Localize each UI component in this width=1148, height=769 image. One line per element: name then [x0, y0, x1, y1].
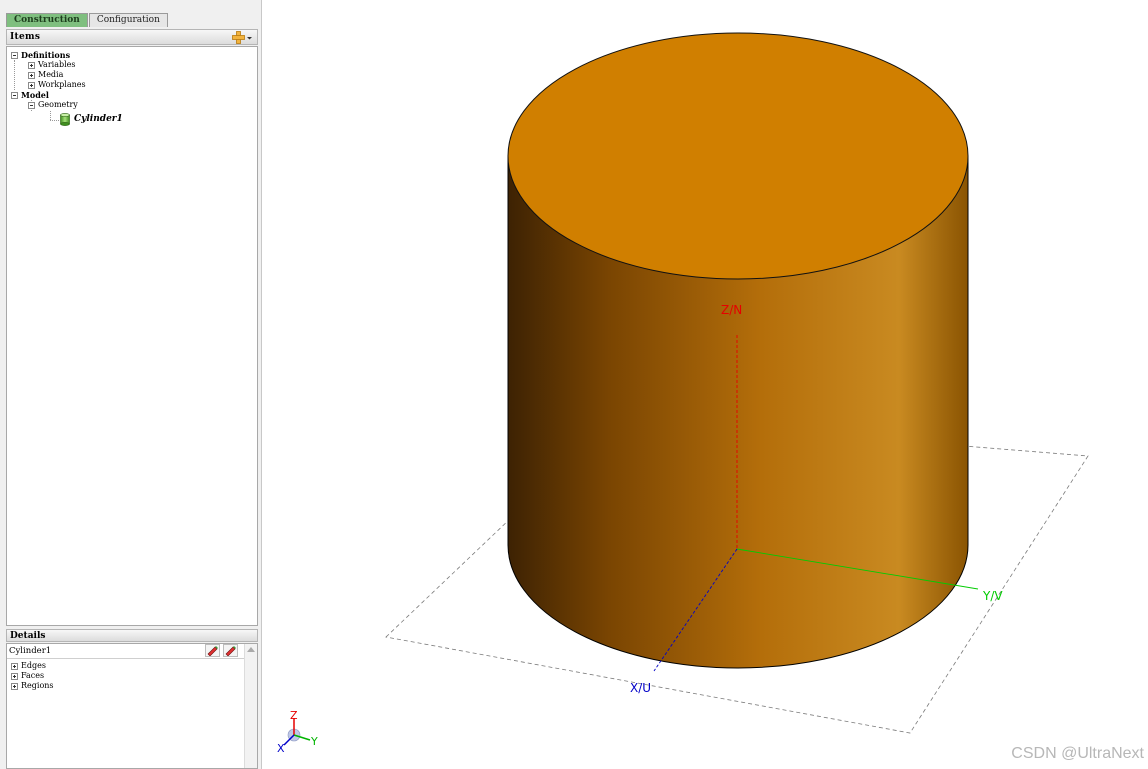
triad-x-label: X: [277, 742, 285, 755]
add-icon: [232, 31, 245, 44]
left-panel: Construction Configuration Items Definit…: [0, 0, 262, 769]
tree-item-workplanes[interactable]: Workplanes: [28, 80, 86, 90]
pencil-icon: [207, 646, 218, 657]
add-item-button[interactable]: [232, 31, 253, 44]
details-panel: Cylinder1 Edges Faces Regions: [6, 643, 258, 769]
tab-configuration[interactable]: Configuration: [88, 13, 168, 27]
scene-canvas[interactable]: Z/N Y/V X/U Z Y X: [262, 0, 1148, 769]
details-object-name: Cylinder1: [9, 646, 52, 656]
expand-icon[interactable]: [28, 81, 35, 89]
expand-icon[interactable]: [28, 61, 35, 69]
tree-connector: [50, 120, 59, 121]
details-title: Details: [10, 631, 46, 641]
collapse-icon[interactable]: [11, 51, 18, 59]
z-axis-label: Z/N: [721, 303, 742, 317]
triad-z-label: Z: [290, 709, 298, 722]
cylinder-icon: [60, 112, 70, 126]
cylinder-top-face[interactable]: [507, 32, 969, 280]
tab-construction[interactable]: Construction: [6, 13, 88, 27]
items-title: Items: [10, 32, 41, 42]
details-item-faces[interactable]: Faces: [11, 671, 44, 681]
details-item-regions[interactable]: Regions: [11, 681, 54, 691]
details-scrollbar[interactable]: [244, 644, 257, 768]
pencil-icon: [225, 646, 236, 657]
tree-connector: [50, 111, 51, 120]
tree-connector: [14, 60, 15, 90]
tree-item-variables[interactable]: Variables: [28, 60, 75, 70]
expand-icon[interactable]: [11, 662, 18, 670]
tree-item-model[interactable]: Model: [11, 90, 49, 100]
details-name-row: Cylinder1: [7, 644, 245, 659]
panel-tabs: Construction Configuration: [6, 13, 169, 27]
tree-item-cylinder1[interactable]: Cylinder1: [60, 112, 123, 126]
expand-icon[interactable]: [11, 672, 18, 680]
triad-y-label: Y: [310, 735, 318, 748]
tree-item-media[interactable]: Media: [28, 70, 63, 80]
edit-options-button[interactable]: [223, 644, 238, 657]
watermark: CSDN @UltraNext: [1011, 745, 1144, 762]
x-axis-label: X/U: [630, 681, 651, 695]
collapse-icon[interactable]: [11, 91, 18, 99]
chevron-down-icon: [247, 36, 252, 39]
y-axis-label: Y/V: [982, 589, 1003, 603]
scroll-up-icon[interactable]: [247, 647, 255, 652]
items-tree: Definitions Variables Media Workplanes M…: [6, 46, 258, 626]
tree-item-geometry[interactable]: Geometry: [28, 100, 78, 110]
tree-item-definitions[interactable]: Definitions: [11, 50, 70, 60]
expand-icon[interactable]: [11, 682, 18, 690]
collapse-icon[interactable]: [28, 101, 35, 109]
details-item-edges[interactable]: Edges: [11, 661, 46, 671]
3d-viewport[interactable]: Z/N Y/V X/U Z Y X CSDN @UltraNext: [262, 0, 1148, 769]
details-header: Details: [6, 629, 258, 642]
expand-icon[interactable]: [28, 71, 35, 79]
edit-button[interactable]: [205, 644, 220, 657]
orientation-triad[interactable]: Z Y X: [277, 709, 318, 755]
items-header: Items: [6, 29, 258, 45]
